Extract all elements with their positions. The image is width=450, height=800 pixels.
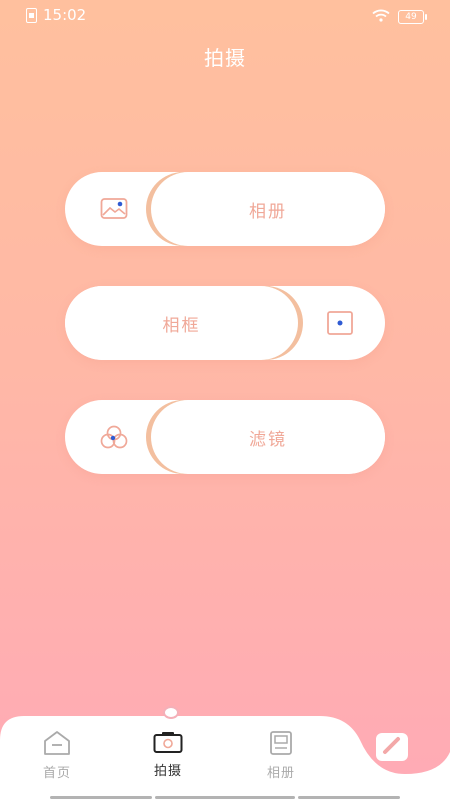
status-left: 15:02 — [26, 6, 86, 24]
battery-icon: 49 — [398, 9, 427, 24]
album-option-button[interactable]: 相册 — [65, 172, 385, 246]
home-indicator-segment — [50, 796, 152, 799]
filter-option-button[interactable]: 滤镜 — [65, 400, 385, 474]
camera-icon — [153, 730, 183, 754]
nav-home-label: 首页 — [42, 766, 71, 781]
nav-camera-label: 拍摄 — [153, 764, 182, 779]
filter-icon — [99, 422, 129, 452]
page-title: 拍摄 — [204, 46, 246, 70]
nav-camera[interactable]: 拍摄 — [133, 730, 203, 790]
status-bar: 15:02 49 — [0, 0, 450, 30]
nav-album[interactable]: 相册 — [246, 730, 316, 790]
edit-button[interactable] — [376, 733, 408, 761]
nav-home[interactable]: 首页 — [22, 730, 92, 790]
edit-icon — [381, 735, 403, 759]
sim-card-icon — [26, 7, 37, 23]
filter-option-label: 滤镜 — [151, 400, 385, 474]
active-tab-indicator — [163, 706, 179, 719]
frame-option-button[interactable]: 相框 — [65, 286, 385, 360]
home-icon — [43, 730, 71, 756]
nav-album-label: 相册 — [266, 766, 295, 781]
album-icon — [268, 730, 294, 756]
frame-option-label: 相框 — [65, 286, 298, 360]
wifi-icon — [372, 7, 390, 26]
status-time: 15:02 — [43, 6, 87, 24]
frame-icon — [325, 308, 355, 338]
home-indicator-segment — [298, 796, 400, 799]
home-indicator-segment — [155, 796, 295, 799]
album-option-label: 相册 — [151, 172, 385, 246]
status-right: 49 — [372, 7, 427, 26]
image-icon — [99, 194, 129, 224]
